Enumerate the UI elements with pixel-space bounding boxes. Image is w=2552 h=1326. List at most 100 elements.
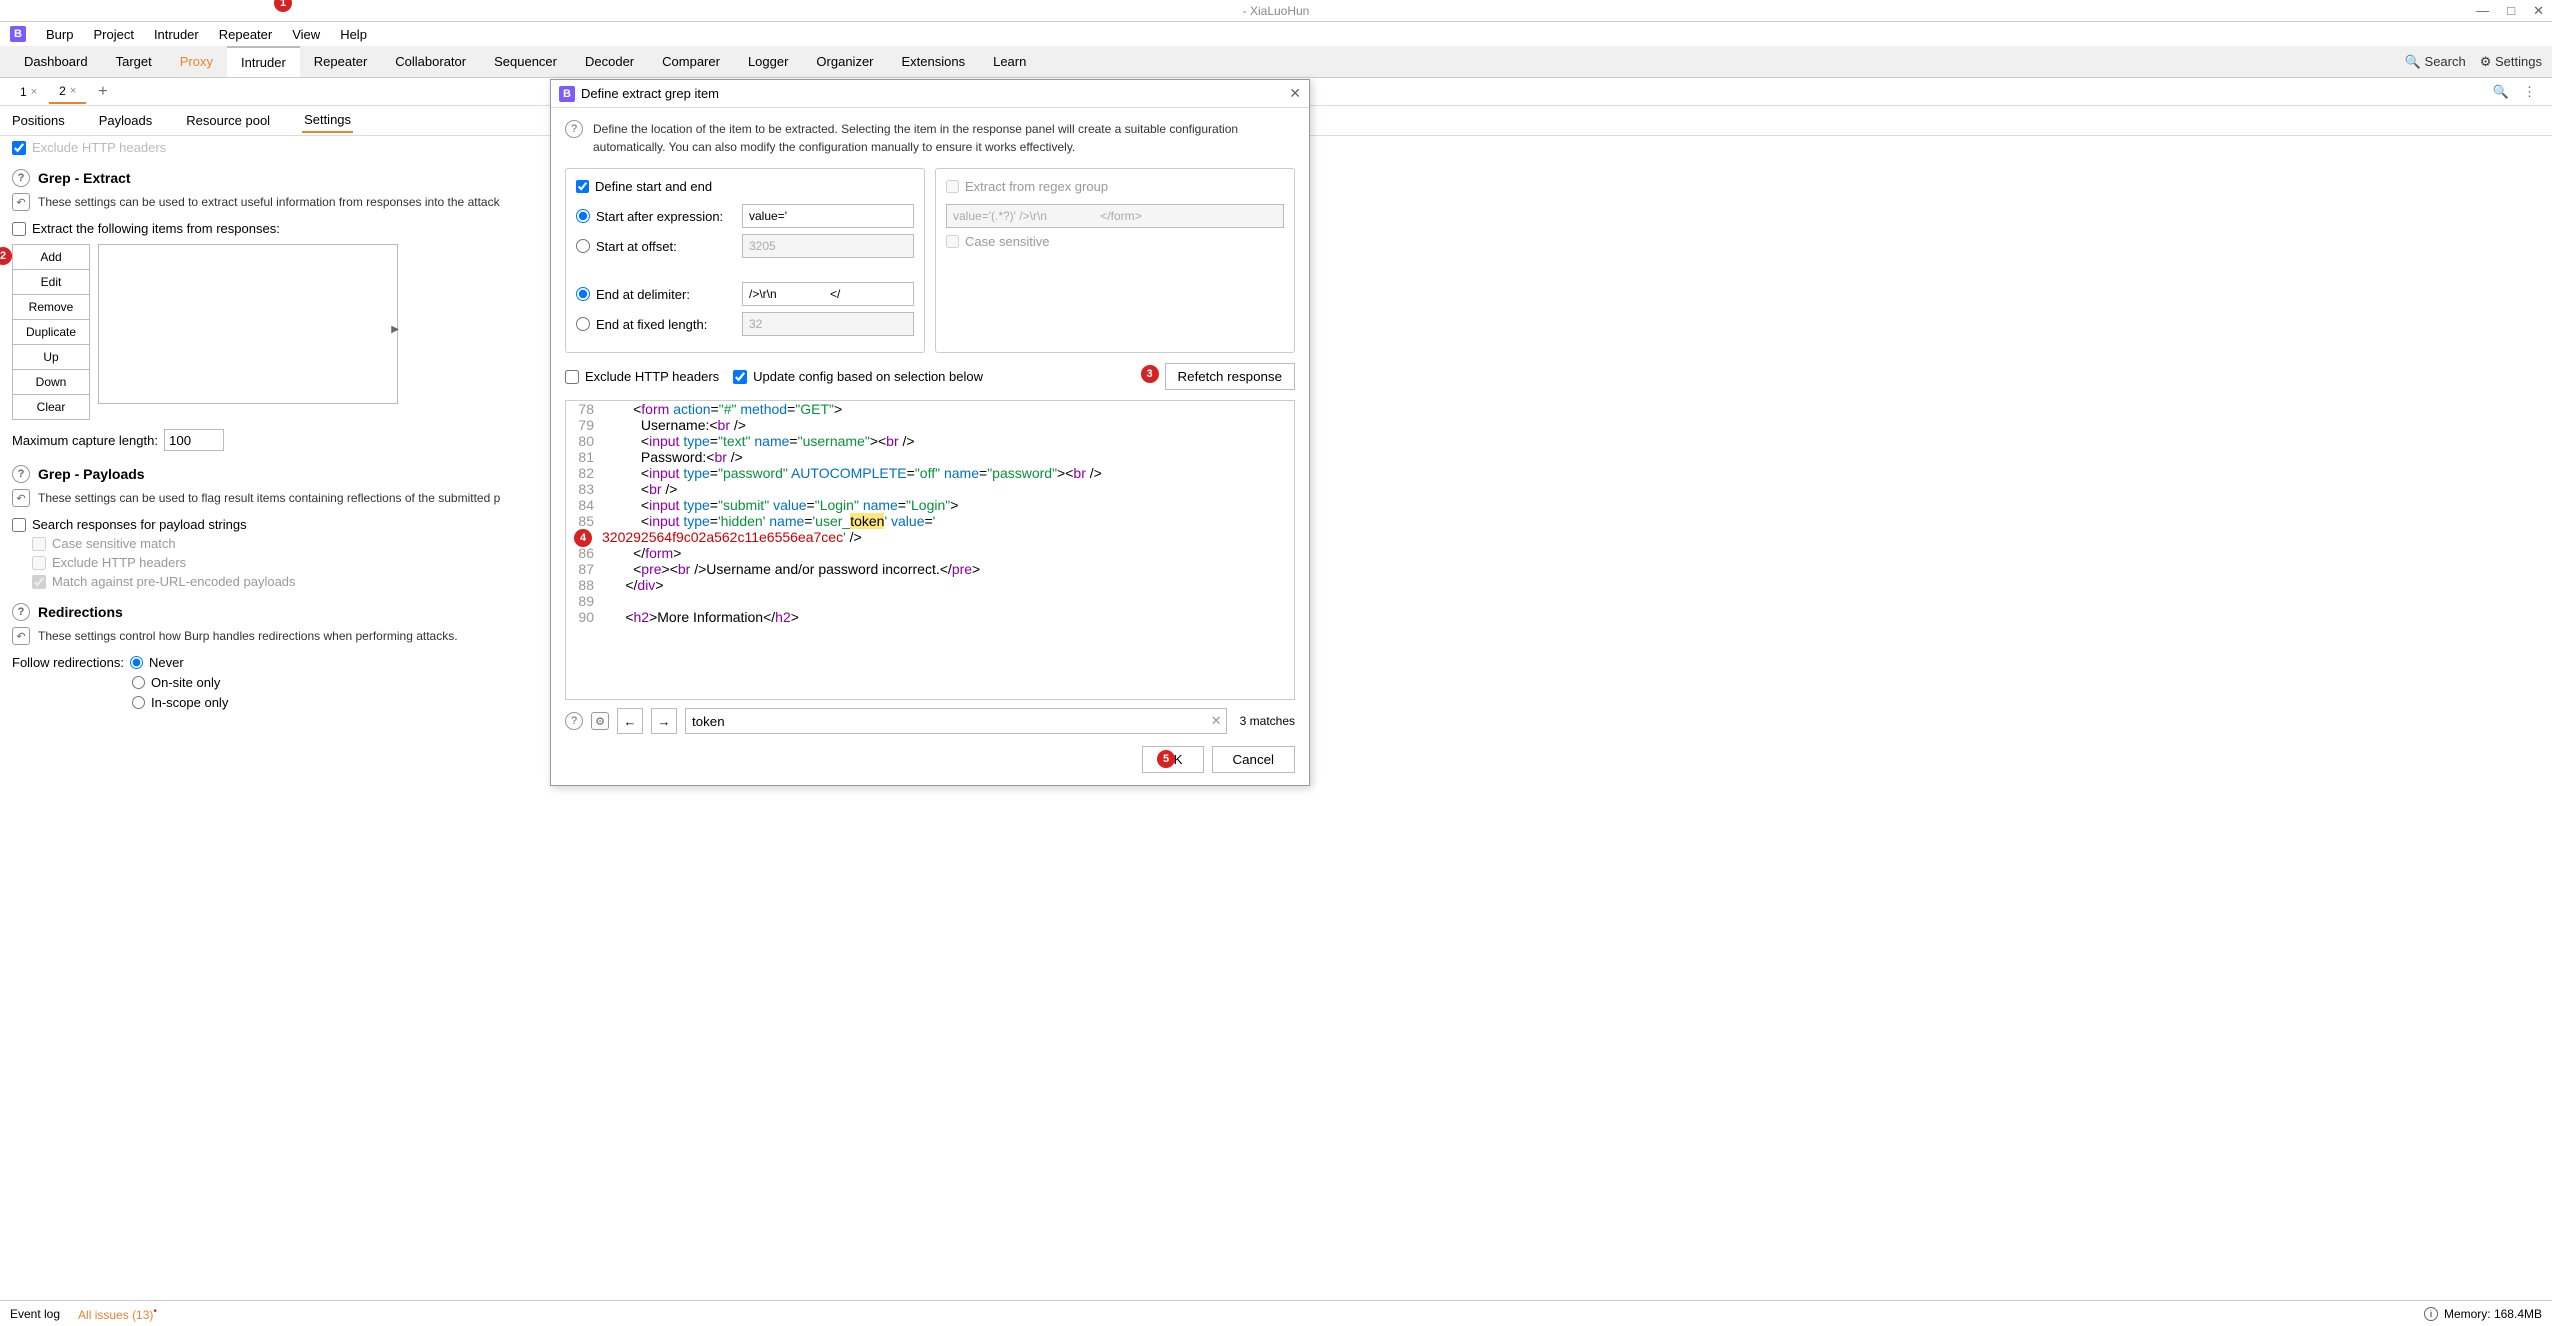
duplicate-button[interactable]: Duplicate: [12, 319, 90, 345]
start-after-expr-radio[interactable]: [576, 209, 590, 223]
dialog-title: Define extract grep item: [581, 86, 719, 101]
tab-learn[interactable]: Learn: [979, 46, 1040, 77]
menu-repeater[interactable]: Repeater: [219, 27, 272, 42]
cancel-button[interactable]: Cancel: [1212, 746, 1296, 773]
status-bar: Event log All issues (13)• i Memory: 168…: [0, 1300, 2552, 1326]
it-payloads[interactable]: Payloads: [97, 109, 154, 132]
subtab-1[interactable]: 1 ×: [10, 81, 47, 103]
window-title: - XiaLuoHun: [1243, 4, 1310, 18]
menu-help[interactable]: Help: [340, 27, 367, 42]
end-fixed-input: [742, 312, 914, 336]
menu-view[interactable]: View: [292, 27, 320, 42]
add-button[interactable]: Add: [12, 244, 90, 270]
tab-proxy[interactable]: Proxy: [166, 46, 227, 77]
subtab-search-icon[interactable]: 🔍: [2493, 84, 2509, 100]
regex-case-checkbox: [946, 235, 959, 248]
all-issues-link[interactable]: All issues (13)•: [78, 1306, 157, 1322]
redir-inscope[interactable]: [132, 696, 145, 709]
add-subtab-icon[interactable]: +: [88, 79, 117, 105]
tab-target[interactable]: Target: [102, 46, 166, 77]
response-code-area[interactable]: 78 <form action="#" method="GET"> 79 Use…: [565, 400, 1295, 700]
search-help-icon[interactable]: ?: [565, 712, 583, 730]
define-start-end-checkbox[interactable]: [576, 180, 589, 193]
tab-decoder[interactable]: Decoder: [571, 46, 648, 77]
it-settings[interactable]: Settings: [302, 108, 353, 133]
end-at-delim-radio[interactable]: [576, 287, 590, 301]
clear-button[interactable]: Clear: [12, 394, 90, 420]
case-sensitive-checkbox: [32, 537, 46, 551]
tab-collaborator[interactable]: Collaborator: [381, 46, 480, 77]
grep-extract-title: Grep - Extract: [38, 170, 131, 186]
it-resource-pool[interactable]: Resource pool: [184, 109, 272, 132]
redir-onsite[interactable]: [132, 676, 145, 689]
redir-never[interactable]: [130, 656, 143, 669]
subtab-more-icon[interactable]: ⋮: [2523, 84, 2536, 100]
up-button[interactable]: Up: [12, 344, 90, 370]
undo-grep-payloads-icon[interactable]: ↶: [12, 489, 30, 507]
regex-input: [946, 204, 1284, 228]
search-prev-icon[interactable]: ←: [617, 708, 643, 734]
extract-list[interactable]: ▶: [98, 244, 398, 404]
tab-extensions[interactable]: Extensions: [888, 46, 980, 77]
undo-redirections-icon[interactable]: ↶: [12, 627, 30, 645]
end-delim-input[interactable]: [742, 282, 914, 306]
tab-dashboard[interactable]: Dashboard: [10, 46, 102, 77]
maximize-icon[interactable]: □: [2507, 3, 2515, 19]
extract-items-checkbox[interactable]: [12, 222, 26, 236]
event-log-link[interactable]: Event log: [10, 1307, 60, 1321]
clear-search-icon[interactable]: ✕: [1211, 713, 1222, 729]
down-button[interactable]: Down: [12, 369, 90, 395]
tab-intruder[interactable]: Intruder: [227, 46, 300, 77]
close-subtab-1[interactable]: ×: [31, 86, 37, 98]
start-at-offset-radio[interactable]: [576, 239, 590, 253]
tab-repeater[interactable]: Repeater: [300, 46, 381, 77]
close-subtab-2[interactable]: ×: [70, 85, 76, 97]
end-fixed-radio[interactable]: [576, 317, 590, 331]
it-positions[interactable]: Positions: [10, 109, 67, 132]
search-match-count: 3 matches: [1240, 714, 1295, 728]
remove-button[interactable]: Remove: [12, 294, 90, 320]
tab-organizer[interactable]: Organizer: [802, 46, 887, 77]
main-tabs: Dashboard Target Proxy Intruder Repeater…: [0, 46, 2552, 78]
settings-icon[interactable]: ⚙ Settings: [2480, 54, 2542, 70]
extract-grep-dialog: B Define extract grep item ✕ ?Define the…: [550, 79, 1310, 786]
help-grep-extract-icon[interactable]: ?: [12, 169, 30, 187]
search-icon[interactable]: 🔍 Search: [2405, 54, 2466, 70]
dialog-help-icon[interactable]: ?: [565, 120, 583, 138]
follow-redir-label: Follow redirections:: [12, 655, 124, 670]
maxcap-input[interactable]: [164, 429, 224, 451]
search-gear-icon[interactable]: ⚙: [591, 712, 609, 730]
redirections-title: Redirections: [38, 604, 123, 620]
tab-logger[interactable]: Logger: [734, 46, 802, 77]
start-offset-input: [742, 234, 914, 258]
tab-comparer[interactable]: Comparer: [648, 46, 734, 77]
code-search-input[interactable]: [685, 708, 1227, 734]
menu-project[interactable]: Project: [93, 27, 133, 42]
search-payloads-checkbox[interactable]: [12, 518, 26, 532]
subtab-2[interactable]: 2 ×: [49, 80, 86, 104]
grep-payloads-title: Grep - Payloads: [38, 466, 145, 482]
dlg-exclude-http-checkbox[interactable]: [565, 370, 579, 384]
edit-button[interactable]: Edit: [12, 269, 90, 295]
match-preurl-checkbox: [32, 575, 46, 589]
help-redirections-icon[interactable]: ?: [12, 603, 30, 621]
menu-burp[interactable]: Burp: [46, 27, 73, 42]
memory-icon: i: [2424, 1307, 2438, 1321]
dialog-close-icon[interactable]: ✕: [1289, 85, 1301, 102]
extracted-token-value[interactable]: 320292564f9c02a562c11e6556ea7cec: [602, 529, 843, 545]
update-config-checkbox[interactable]: [733, 370, 747, 384]
menu-bar: B Burp Project Intruder Repeater View He…: [0, 22, 2552, 46]
tab-sequencer[interactable]: Sequencer: [480, 46, 571, 77]
dialog-logo-icon: B: [559, 86, 575, 102]
help-grep-payloads-icon[interactable]: ?: [12, 465, 30, 483]
burp-logo-icon: B: [10, 26, 26, 42]
undo-grep-extract-icon[interactable]: ↶: [12, 193, 30, 211]
menu-intruder[interactable]: Intruder: [154, 27, 199, 42]
search-next-icon[interactable]: →: [651, 708, 677, 734]
refetch-response-button[interactable]: Refetch response: [1165, 363, 1295, 390]
partial-exclude-http[interactable]: [12, 141, 26, 155]
start-after-expr-input[interactable]: [742, 204, 914, 228]
memory-value: Memory: 168.4MB: [2444, 1307, 2542, 1321]
close-window-icon[interactable]: ✕: [2533, 3, 2544, 19]
minimize-icon[interactable]: —: [2476, 3, 2489, 19]
